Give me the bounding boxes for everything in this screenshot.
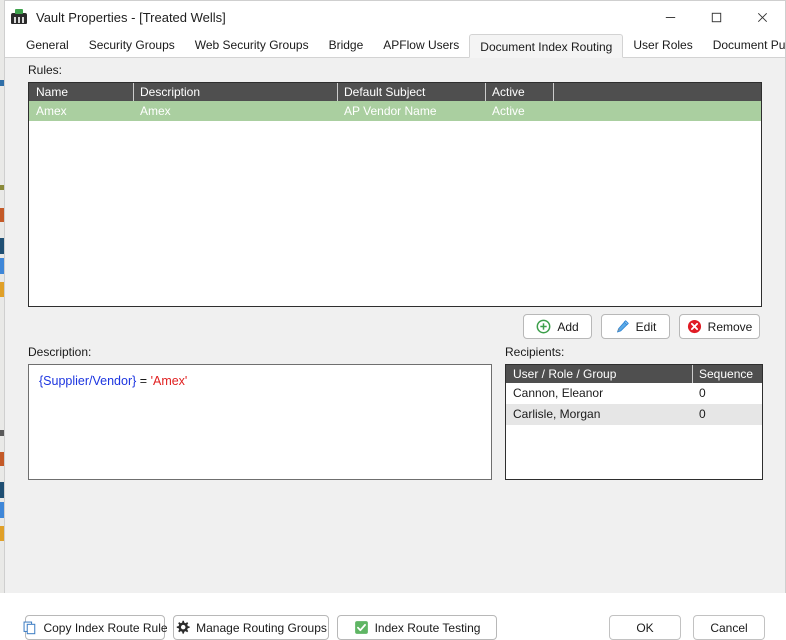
table-row[interactable]: Cannon, Eleanor 0 (506, 383, 762, 404)
tab-label: General (26, 38, 69, 52)
column-header-name[interactable]: Name (29, 83, 133, 101)
rule-action-buttons: Add Edit Remove (523, 314, 760, 339)
tab-document-publishing[interactable]: Document Publishing (703, 33, 786, 57)
maximize-button[interactable] (693, 1, 739, 33)
ok-button[interactable]: OK (609, 615, 681, 640)
tab-user-roles[interactable]: User Roles (623, 33, 702, 57)
column-header-sequence[interactable]: Sequence (692, 365, 762, 383)
tab-apflow-users[interactable]: APFlow Users (373, 33, 469, 57)
recipients-table[interactable]: User / Role / Group Sequence Cannon, Ele… (505, 364, 763, 480)
caption-buttons (647, 1, 785, 33)
remove-button[interactable]: Remove (679, 314, 760, 339)
add-circle-icon (536, 319, 551, 334)
footer-left-buttons: Copy Index Route Rule Manage Routing Gro… (24, 615, 497, 640)
index-route-testing-button[interactable]: Index Route Testing (337, 615, 497, 640)
title-bar: Vault Properties - [Treated Wells] (5, 1, 785, 33)
tab-label: User Roles (633, 38, 693, 52)
remove-circle-icon (687, 319, 701, 334)
add-button[interactable]: Add (523, 314, 592, 339)
cell-user: Cannon, Eleanor (513, 386, 604, 400)
rules-table-header: Name Description Default Subject Active (29, 83, 761, 101)
tab-label: Security Groups (88, 38, 175, 52)
table-row[interactable]: Carlisle, Morgan 0 (506, 404, 762, 425)
cell-active: Active (492, 104, 525, 118)
footer-right-buttons: OK Cancel (609, 615, 765, 640)
cell-sequence: 0 (699, 407, 706, 421)
close-button[interactable] (739, 1, 785, 33)
description-token-value: 'Amex' (150, 374, 188, 388)
description-label: Description: (28, 345, 92, 359)
copy-index-route-rule-label: Copy Index Route Rule (43, 620, 168, 635)
tab-security-groups[interactable]: Security Groups (79, 33, 185, 57)
description-token-operator: = (139, 374, 148, 388)
tab-strip: General Security Groups Web Security Gro… (5, 33, 786, 58)
recipients-label: Recipients: (505, 345, 565, 359)
column-header-description[interactable]: Description (133, 83, 337, 101)
window-title: Vault Properties - [Treated Wells] (36, 9, 226, 25)
cell-user: Carlisle, Morgan (513, 407, 601, 421)
table-row[interactable]: Amex Amex AP Vendor Name Active (29, 101, 761, 121)
description-token-field: {Supplier/Vendor} (39, 374, 137, 388)
minimize-button[interactable] (647, 1, 693, 33)
cancel-button[interactable]: Cancel (693, 615, 765, 640)
remove-button-label: Remove (707, 319, 753, 334)
tab-label: Document Publishing (712, 38, 786, 52)
column-header-user-role-group[interactable]: User / Role / Group (506, 365, 692, 383)
tab-label: Document Index Routing (480, 40, 613, 54)
cell-name: Amex (36, 104, 67, 118)
cell-default-subject: AP Vendor Name (344, 104, 437, 118)
edit-button-label: Edit (635, 319, 657, 334)
column-header-spacer (553, 83, 761, 101)
tab-web-security-groups[interactable]: Web Security Groups (185, 33, 319, 57)
manage-routing-groups-button[interactable]: Manage Routing Groups (173, 615, 329, 640)
tab-label: Bridge (328, 38, 364, 52)
cell-sequence: 0 (699, 386, 706, 400)
rules-label: Rules: (28, 63, 63, 77)
gear-icon (176, 620, 190, 634)
tab-label: Web Security Groups (194, 38, 309, 52)
cancel-button-label: Cancel (710, 620, 748, 635)
rules-table[interactable]: Name Description Default Subject Active … (28, 82, 762, 307)
tab-general[interactable]: General (16, 33, 79, 57)
pencil-icon (616, 320, 629, 333)
tab-bridge[interactable]: Bridge (319, 33, 374, 57)
vault-icon (11, 9, 27, 25)
index-route-testing-label: Index Route Testing (374, 620, 481, 635)
add-button-label: Add (557, 319, 579, 334)
column-header-active[interactable]: Active (485, 83, 553, 101)
tab-panel-document-index-routing: Rules: Name Description Default Subject … (5, 58, 785, 640)
cell-spacer (553, 101, 761, 121)
tab-label: APFlow Users (383, 38, 460, 52)
copy-icon (24, 621, 36, 635)
tab-document-index-routing[interactable]: Document Index Routing (469, 34, 624, 58)
ok-button-label: OK (636, 620, 654, 635)
checkbox-checked-icon (354, 621, 368, 634)
edit-button[interactable]: Edit (601, 314, 670, 339)
vault-properties-window: Vault Properties - [Treated Wells] Gener… (4, 0, 786, 640)
cell-description: Amex (140, 104, 171, 118)
column-header-default-subject[interactable]: Default Subject (337, 83, 485, 101)
recipients-table-header: User / Role / Group Sequence (506, 365, 762, 383)
copy-index-route-rule-button[interactable]: Copy Index Route Rule (24, 615, 168, 640)
manage-routing-groups-label: Manage Routing Groups (196, 620, 327, 635)
description-textbox[interactable]: {Supplier/Vendor} = 'Amex' (28, 364, 492, 480)
